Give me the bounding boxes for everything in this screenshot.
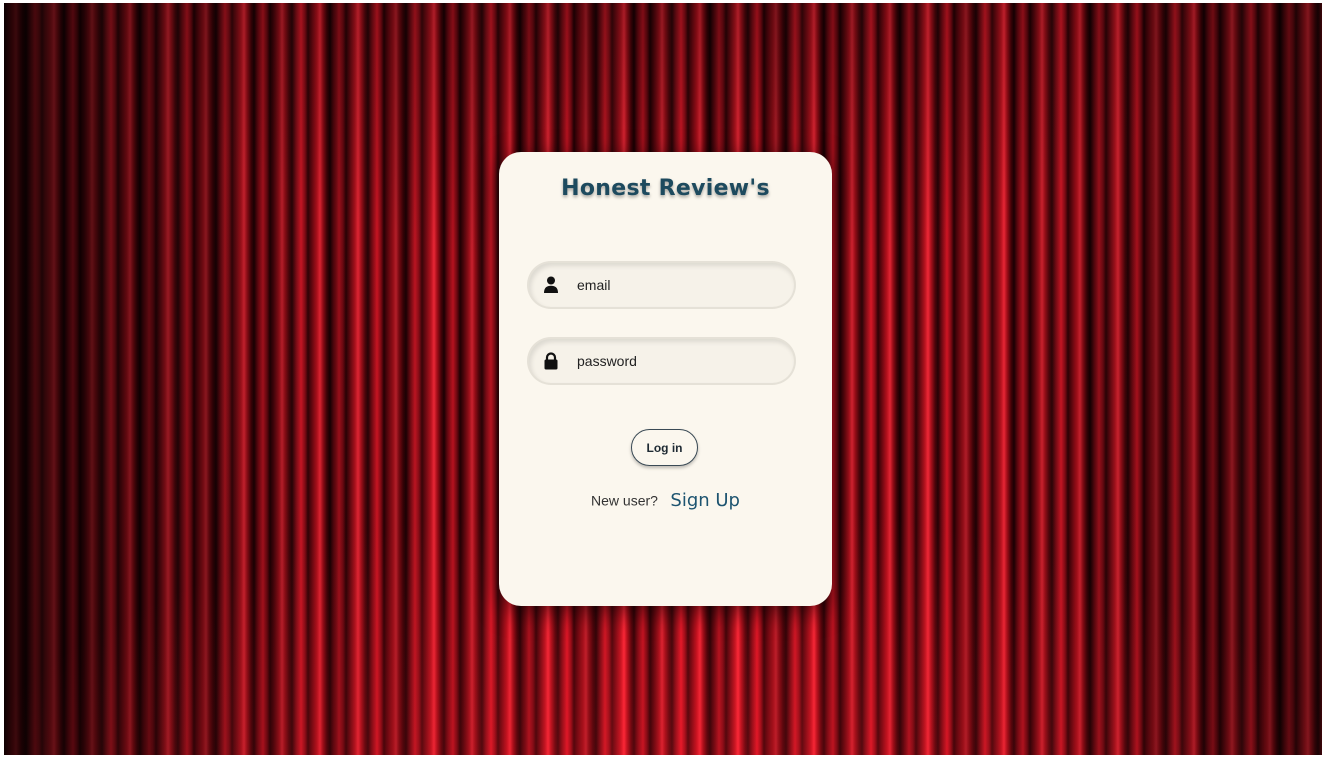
login-card: Honest Review's Log in New user? Sign Up (499, 152, 832, 606)
signup-row: New user? Sign Up (499, 490, 832, 511)
app-title: Honest Review's (561, 176, 770, 201)
password-field[interactable] (529, 339, 794, 383)
login-button[interactable]: Log in (631, 429, 698, 466)
signup-link[interactable]: Sign Up (670, 490, 740, 511)
user-icon (544, 276, 558, 294)
email-field[interactable] (529, 263, 794, 307)
new-user-text: New user? (591, 492, 658, 509)
email-input[interactable] (577, 263, 777, 307)
password-input[interactable] (577, 339, 777, 383)
lock-icon (544, 352, 558, 370)
